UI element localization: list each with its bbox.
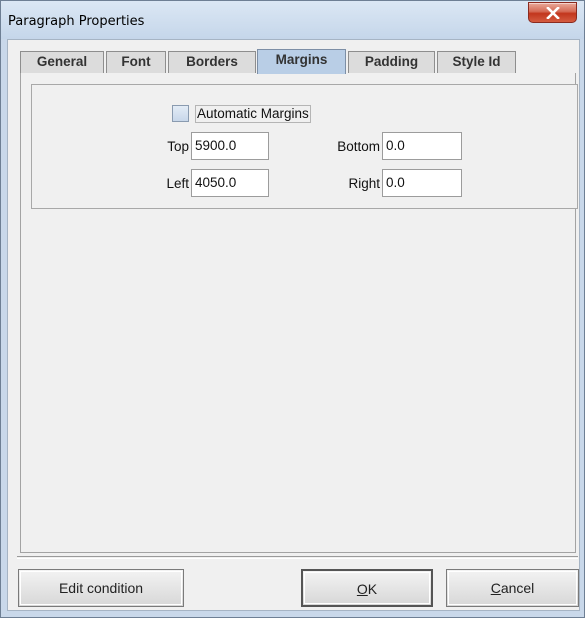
margins-group: Automatic Margins Top 5900.0 Bottom 0.0 … [31, 84, 578, 209]
margins-tab-panel: Automatic Margins Top 5900.0 Bottom 0.0 … [20, 73, 578, 553]
close-button[interactable] [528, 2, 577, 23]
automatic-margins-label[interactable]: Automatic Margins [195, 105, 311, 123]
cancel-label: ancel [500, 580, 535, 596]
title-bar[interactable]: Paragraph Properties [1, 1, 584, 39]
ok-mnemonic: O [356, 581, 368, 597]
top-label: Top [167, 139, 189, 154]
edit-condition-label: Edit condition [58, 580, 144, 596]
left-margin-input[interactable]: 4050.0 [191, 169, 269, 197]
tab-style-id[interactable]: Style Id [437, 51, 516, 73]
right-margin-input[interactable]: 0.0 [382, 169, 462, 197]
dialog-content: General Font Borders Margins Padding Sty… [7, 39, 580, 611]
cancel-button[interactable]: Cancel [446, 569, 579, 607]
tab-font[interactable]: Font [106, 51, 166, 73]
ok-button[interactable]: OK [301, 569, 433, 607]
bottom-margin-input[interactable]: 0.0 [382, 132, 462, 160]
ok-label: K [367, 581, 378, 597]
bottom-label: Bottom [337, 139, 380, 154]
window-title: Paragraph Properties [8, 14, 145, 29]
right-label: Right [348, 176, 380, 191]
top-margin-input[interactable]: 5900.0 [191, 132, 269, 160]
automatic-margins-checkbox[interactable] [172, 105, 189, 122]
edit-condition-button[interactable]: Edit condition [18, 569, 184, 607]
tab-general[interactable]: General [20, 51, 104, 73]
cancel-mnemonic: C [490, 580, 501, 596]
button-divider [17, 556, 578, 559]
close-icon [546, 7, 560, 19]
tab-borders[interactable]: Borders [168, 51, 256, 73]
dialog-window: Paragraph Properties General Font Border… [0, 0, 585, 618]
tab-margins[interactable]: Margins [257, 49, 346, 74]
left-label: Left [166, 176, 189, 191]
tab-padding[interactable]: Padding [348, 51, 435, 73]
